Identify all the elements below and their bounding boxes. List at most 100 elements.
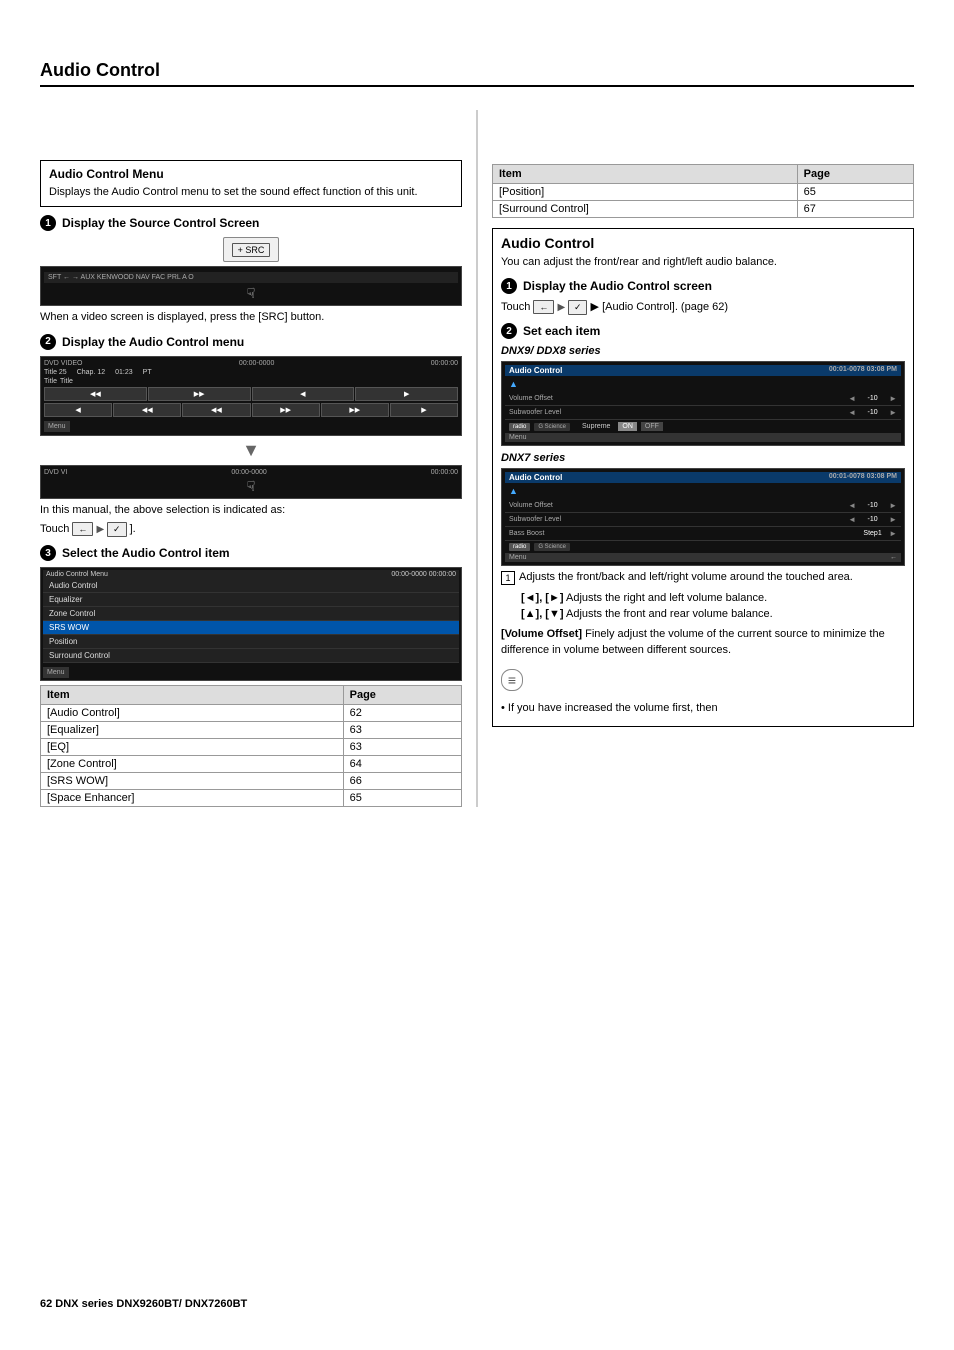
touch-seq-end: ]. [130,523,136,535]
ac-title-dnx7: Audio Control [509,473,562,482]
src-button[interactable]: + SRC [232,243,271,257]
ac-vol-left[interactable]: ◄ [848,394,856,403]
vol-offset-label: [Volume Offset] [501,628,582,640]
ac-off-btn[interactable]: OFF [641,422,663,431]
table-row: [Audio Control] 62 [41,705,462,722]
menu-item-position[interactable]: Position [43,635,459,649]
right-touch-check[interactable]: ✓ [568,300,588,315]
menu-item-srs-wow[interactable]: SRS WOW [43,621,459,635]
menu-item-zone-control[interactable]: Zone Control [43,607,459,621]
ac-sub-value: -10 [860,409,885,416]
ac-footer-dnx9: Menu [505,433,901,442]
menu-time: 00:00-0000 00:00:00 [391,571,456,578]
ctrl-btn-3[interactable]: ◀ [252,387,355,401]
ac-bass-right-dnx7[interactable]: ► [889,529,897,538]
dvd-controls-1: ◀◀ ▶▶ ◀ ▶ [44,387,458,401]
right-step2-title: Set each item [523,324,600,338]
dnx9-label: DNX9/ DDX8 series [501,345,905,357]
ac-sub-ctrl-dnx7: ◄ -10 ► [848,515,897,524]
step3-header: 3 Select the Audio Control item [40,545,462,561]
table-row: [Surround Control] 67 [492,201,913,218]
ac-vol-ctrl-dnx7: ◄ -10 ► [848,501,897,510]
bracket-lr-label: [◄], [►] [521,592,564,604]
ctrl-btn-4[interactable]: ▶ [355,387,458,401]
step2-touch-desc: Touch ← ▶ ✓ ]. [40,522,462,537]
ctrl-btn-2[interactable]: ▶▶ [148,387,251,401]
ac-sub-val-dnx7: -10 [860,516,885,523]
row5-page: 66 [343,773,461,790]
row2-item: [Equalizer] [41,722,344,739]
step1-desc: When a video screen is displayed, press … [40,310,462,325]
section-box-title: Audio Control Menu [49,167,453,181]
ctrl-btn-10[interactable]: ▶ [390,403,458,417]
ctrl-btn-5[interactable]: ◀ [44,403,112,417]
ac-sub-right[interactable]: ► [889,408,897,417]
ac-vol-left-dnx7[interactable]: ◄ [848,501,856,510]
hand-icon-2: ☟ [44,478,458,495]
step2-header: 2 Display the Audio Control menu [40,334,462,350]
device-labels: SFT ← → AUX KENWOOD NAV FAC PRL A O [48,274,194,281]
row5-item: [SRS WOW] [41,773,344,790]
ctrl-btn-7[interactable]: ◀◀ [182,403,250,417]
table-row: [Space Enhancer] 65 [41,790,462,807]
ac-sub-left[interactable]: ◄ [848,408,856,417]
ac-sub-right-dnx7[interactable]: ► [889,515,897,524]
right-row1-page: 65 [797,184,913,201]
ac-sub-row-dnx7: Subwoofer Level ◄ -10 ► [505,513,901,527]
ac-triangle-up[interactable]: ▲ [509,379,518,389]
ctrl-btn-9[interactable]: ▶▶ [321,403,389,417]
ac-triangle-up-dnx7[interactable]: ▲ [509,486,518,496]
ac-triangle-area: ▲ [505,376,901,392]
step1-header: 1 Display the Source Control Screen [40,215,462,231]
ac-sub-left-dnx7[interactable]: ◄ [848,515,856,524]
arrow-right-1: ▶ [96,524,106,535]
ctrl-btn-6[interactable]: ◀◀ [113,403,181,417]
ac-tab-radio-dnx7[interactable]: radio [509,543,530,551]
dnx9-screen: Audio Control 00:01-0078 03:08 PM ▲ Volu… [501,361,905,446]
src-device-screen: SFT ← → AUX KENWOOD NAV FAC PRL A O ☟ [40,266,462,306]
right-touch-arrow[interactable]: ← [533,300,554,314]
ac-vol-val-dnx7: -10 [860,502,885,509]
menu-item-surround[interactable]: Surround Control [43,649,459,663]
row1-item: [Audio Control] [41,705,344,722]
ctrl-btn-1[interactable]: ◀◀ [44,387,147,401]
step2-circle: 2 [40,334,56,350]
desc-item-1: 1 Adjusts the front/back and left/right … [501,570,905,585]
ac-bass-row-dnx7: Bass Boost Step1 ► [505,527,901,541]
audio-control-menu-box: Audio Control Menu Displays the Audio Co… [40,160,462,207]
touch-btn-arrow[interactable]: ← [72,522,93,536]
menu-screen-header: Audio Control Menu 00:00-0000 00:00:00 [43,570,459,579]
dvd2-title: DVD VI [44,469,67,476]
ac-tab-science[interactable]: G Science [534,423,570,431]
ac-vol-right[interactable]: ► [889,394,897,403]
row1-page: 62 [343,705,461,722]
dvd-menu-btn[interactable]: Menu [44,419,458,432]
right-step2-circle: 2 [501,323,517,339]
menu-item-audio-control[interactable]: Audio Control [43,579,459,593]
ac-tab-radio[interactable]: radio [509,423,530,431]
desc-1-text: Adjusts the front/back and left/right vo… [519,570,853,585]
ctrl-btn-8[interactable]: ▶▶ [252,403,320,417]
menu-bottom-btn[interactable]: Menu [43,663,459,678]
ac-on-btn[interactable]: ON [618,422,637,431]
ac-back-btn-dnx7[interactable]: ← [890,554,897,561]
ac-tab-science-dnx7[interactable]: G Science [534,543,570,551]
touch-btn-check[interactable]: ✓ [107,522,127,537]
right-row2-item: [Surround Control] [492,201,797,218]
row6-page: 65 [343,790,461,807]
right-step1-title: Display the Audio Control screen [523,279,712,293]
ac-time-dnx9: 00:01-0078 03:08 PM [829,366,897,375]
ac-menu-btn-dnx7[interactable]: Menu [509,554,527,561]
audio-menu-screen: Audio Control Menu 00:00-0000 00:00:00 A… [40,567,462,681]
note-symbol-area: ≡ [501,665,905,695]
ac-header-dnx7: Audio Control 00:01-0078 03:08 PM [505,472,901,483]
ac-supreme-label: Supreme [582,423,610,430]
row4-item: [Zone Control] [41,756,344,773]
ac-menu-btn-dnx9[interactable]: Menu [509,434,527,441]
title-col2: Title [60,378,73,385]
ac-vol-right-dnx7[interactable]: ► [889,501,897,510]
right-col-page: Page [797,165,913,184]
ac-title-dnx9: Audio Control [509,366,562,375]
table-row: [Position] 65 [492,184,913,201]
menu-item-equalizer[interactable]: Equalizer [43,593,459,607]
